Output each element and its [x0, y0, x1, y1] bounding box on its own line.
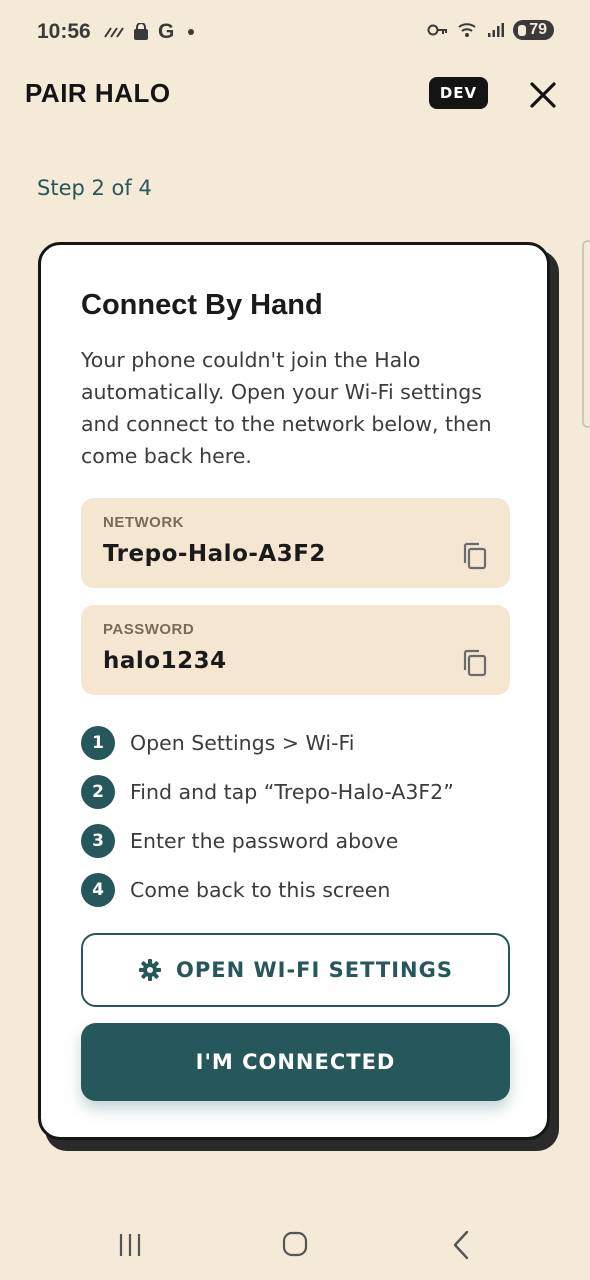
password-label: PASSWORD — [103, 621, 195, 638]
password-field: PASSWORD halo1234 — [81, 605, 510, 695]
status-left-icons: G — [102, 20, 195, 44]
step-text: Come back to this screen — [130, 878, 391, 902]
network-value: Trepo-Halo-A3F2 — [103, 541, 326, 567]
recent-apps-icon[interactable] — [110, 1228, 150, 1262]
battery-icon — [518, 24, 527, 36]
wifi-icon — [458, 23, 476, 37]
cellular-signal-icon — [488, 23, 505, 37]
open-wifi-settings-button[interactable]: OPEN WI-FI SETTINGS — [81, 933, 510, 1007]
shopping-bag-icon — [134, 23, 148, 40]
status-bar: 10:56 G 79 — [0, 0, 590, 64]
password-value: halo1234 — [103, 648, 227, 674]
im-connected-button[interactable]: I'M CONNECTED — [81, 1023, 510, 1101]
step-text: Find and tap “Trepo-Halo-A3F2” — [130, 780, 454, 804]
home-icon[interactable] — [275, 1228, 315, 1262]
battery-level: 79 — [529, 21, 547, 38]
status-right: 79 — [427, 20, 554, 40]
connect-card: Connect By Hand Your phone couldn't join… — [38, 242, 550, 1140]
open-wifi-settings-label: OPEN WI-FI SETTINGS — [176, 958, 453, 982]
card-description: Your phone couldn't join the Halo automa… — [81, 348, 492, 468]
step-text: Enter the password above — [130, 829, 399, 853]
step-number: 1 — [81, 726, 115, 760]
step-item: 1 Open Settings > Wi-Fi — [81, 725, 354, 761]
step-text: Open Settings > Wi-Fi — [130, 731, 355, 755]
step-indicator: Step 2 of 4 — [37, 176, 152, 200]
battery-indicator: 79 — [513, 20, 554, 40]
network-field: NETWORK Trepo-Halo-A3F2 — [81, 498, 510, 588]
step-number: 3 — [81, 824, 115, 858]
step-item: 2 Find and tap “Trepo-Halo-A3F2” — [81, 774, 454, 810]
step-item: 3 Enter the password above — [81, 823, 398, 859]
gear-icon — [139, 959, 161, 981]
dot-icon — [188, 29, 195, 35]
copy-network-icon[interactable] — [462, 542, 488, 570]
page-title: PAIR HALO — [25, 78, 171, 108]
close-icon[interactable] — [527, 79, 559, 111]
step-item: 4 Come back to this screen — [81, 872, 390, 908]
system-nav-bar — [0, 1210, 590, 1280]
signal-strength-icon — [104, 27, 124, 38]
status-time: 10:56 — [37, 20, 91, 43]
google-g-icon: G — [158, 20, 175, 43]
step-number: 4 — [81, 873, 115, 907]
scroll-indicator — [582, 240, 590, 428]
network-label: NETWORK — [103, 514, 184, 531]
back-icon[interactable] — [441, 1228, 481, 1262]
app-header: PAIR HALO DEV — [0, 70, 590, 120]
im-connected-label: I'M CONNECTED — [195, 1050, 396, 1074]
card-title: Connect By Hand — [81, 289, 323, 321]
step-number: 2 — [81, 775, 115, 809]
copy-password-icon[interactable] — [462, 649, 488, 677]
dev-badge: DEV — [429, 77, 488, 109]
vpn-key-icon — [427, 24, 448, 36]
